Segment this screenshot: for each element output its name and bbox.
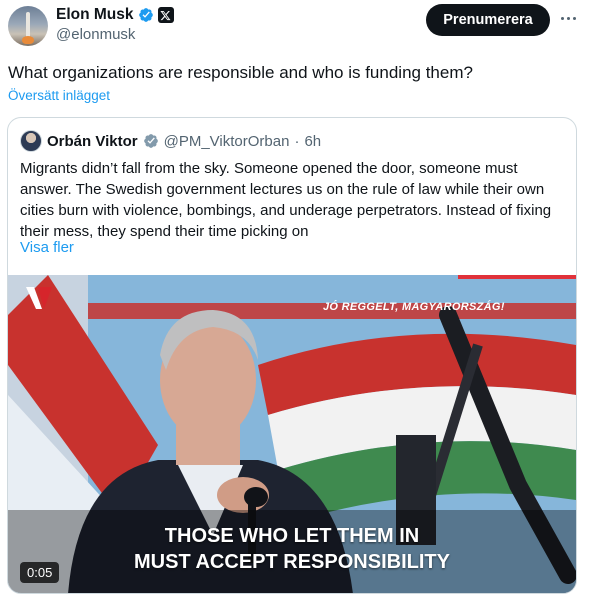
quoted-author-handle[interactable]: @PM_ViktorOrban xyxy=(164,133,290,150)
quoted-verified-badge-icon xyxy=(143,134,158,148)
tweet-text: What organizations are responsible and w… xyxy=(8,63,473,82)
quoted-tweet-header: Orbán Viktor @PM_ViktorOrban · 6h xyxy=(20,130,321,152)
quoted-tweet-card[interactable]: Orbán Viktor @PM_ViktorOrban · 6h Migran… xyxy=(7,117,577,594)
flame-icon xyxy=(22,36,34,44)
video-duration: 0:05 xyxy=(20,562,60,583)
quoted-author-avatar[interactable] xyxy=(20,130,42,152)
x-logo-icon xyxy=(157,7,174,23)
quoted-author-name[interactable]: Orbán Viktor xyxy=(47,133,138,150)
author-name-row: Elon Musk xyxy=(56,6,174,24)
author-handle[interactable]: @elonmusk xyxy=(56,26,135,43)
caption-line-2: MUST ACCEPT RESPONSIBILITY xyxy=(134,551,450,573)
subscribe-button[interactable]: Prenumerera xyxy=(426,4,550,36)
quoted-tweet-text: Migrants didn’t fall from the sky. Someo… xyxy=(20,160,552,240)
caption-line-1: THOSE WHO LET THEM IN xyxy=(164,525,420,547)
verified-badge-icon xyxy=(138,8,153,22)
show-more-link[interactable]: Visa fler xyxy=(20,239,74,256)
author-display-name[interactable]: Elon Musk xyxy=(56,6,134,24)
quoted-separator: · xyxy=(294,132,300,150)
video-player[interactable]: JÓ REGGELT, MAGYARORSZÁG! THOSE WHO LET … xyxy=(8,275,576,593)
rocket-icon xyxy=(26,12,30,38)
author-avatar[interactable] xyxy=(8,6,48,46)
video-banner: JÓ REGGELT, MAGYARORSZÁG! xyxy=(323,301,505,313)
video-caption: THOSE WHO LET THEM IN MUST ACCEPT RESPON… xyxy=(8,523,576,575)
more-options-icon[interactable] xyxy=(556,8,580,28)
quoted-timestamp[interactable]: 6h xyxy=(304,133,321,150)
translate-link[interactable]: Översätt inlägget xyxy=(8,88,110,103)
